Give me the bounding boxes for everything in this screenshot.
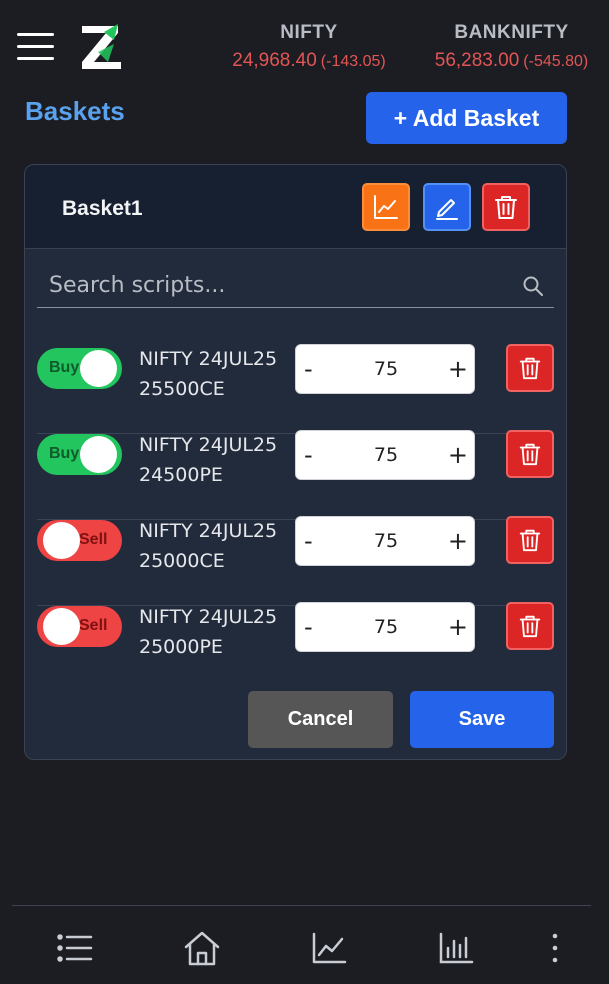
search-bar xyxy=(37,265,554,308)
search-input[interactable] xyxy=(49,273,509,298)
script-symbol: NIFTY 24JUL25 xyxy=(139,520,278,542)
buy-sell-toggle[interactable]: Buy xyxy=(37,434,122,475)
delete-item-button[interactable] xyxy=(506,602,554,650)
bottom-nav-divider xyxy=(12,905,591,906)
quantity-stepper: - 75 + xyxy=(295,430,475,480)
bar-chart-icon xyxy=(439,932,474,964)
script-name: NIFTY 24JUL25 25000PE xyxy=(139,602,277,662)
script-symbol: NIFTY 24JUL25 xyxy=(139,348,278,370)
buy-sell-toggle[interactable]: Sell xyxy=(37,520,122,561)
ticker-name: NIFTY xyxy=(280,22,338,43)
menu-icon[interactable] xyxy=(17,33,54,61)
increment-button[interactable]: + xyxy=(448,355,468,383)
ticker-change: (-545.80) xyxy=(523,53,589,70)
trash-icon xyxy=(519,443,541,466)
quantity-stepper: - 75 + xyxy=(295,516,475,566)
decrement-button[interactable]: - xyxy=(304,613,313,641)
delete-item-button[interactable] xyxy=(506,344,554,392)
toggle-label: Buy xyxy=(49,359,80,376)
trash-icon xyxy=(519,615,541,638)
basket-card-header: Basket1 xyxy=(25,165,566,249)
toggle-label: Sell xyxy=(79,531,108,548)
increment-button[interactable]: + xyxy=(448,613,468,641)
trash-icon xyxy=(519,357,541,380)
basket-item-row: Buy NIFTY 24JUL25 24500PE - 75 + xyxy=(37,430,554,520)
nav-list[interactable] xyxy=(55,928,95,968)
quantity-value[interactable]: 75 xyxy=(356,358,416,380)
quantity-value[interactable]: 75 xyxy=(356,444,416,466)
nav-more[interactable] xyxy=(535,928,575,968)
ticker-banknifty[interactable]: BANKNIFTY 56,283.00 (-545.80) xyxy=(424,22,599,72)
ticker-change: (-143.05) xyxy=(320,53,386,70)
page-title: Baskets xyxy=(25,96,125,126)
cancel-button[interactable]: Cancel xyxy=(248,691,393,748)
script-strike: 24500PE xyxy=(139,464,223,486)
toggle-knob xyxy=(80,350,117,387)
home-icon xyxy=(184,931,220,966)
nav-analytics[interactable] xyxy=(436,928,476,968)
basket-card: Basket1 Buy NIFTY 24JUL25 xyxy=(24,164,567,760)
add-basket-button[interactable]: + Add Basket xyxy=(366,92,567,144)
ticker-price: 24,968.40 xyxy=(232,50,317,71)
decrement-button[interactable]: - xyxy=(304,527,313,555)
app-logo xyxy=(78,22,126,74)
basket-item-row: Sell NIFTY 24JUL25 25000PE - 75 + xyxy=(37,602,554,692)
script-symbol: NIFTY 24JUL25 xyxy=(139,434,278,456)
trash-icon xyxy=(519,529,541,552)
ticker-price: 56,283.00 xyxy=(434,50,520,71)
buy-sell-toggle[interactable]: Buy xyxy=(37,348,122,389)
increment-button[interactable]: + xyxy=(448,527,468,555)
ticker-name: BANKNIFTY xyxy=(454,22,569,43)
toggle-knob xyxy=(80,436,117,473)
increment-button[interactable]: + xyxy=(448,441,468,469)
pencil-icon xyxy=(436,199,458,220)
search-icon[interactable] xyxy=(522,275,544,297)
script-symbol: NIFTY 24JUL25 xyxy=(139,606,278,628)
delete-basket-button[interactable] xyxy=(482,183,530,231)
nav-home[interactable] xyxy=(182,928,222,968)
edit-button[interactable] xyxy=(423,183,471,231)
nav-chart[interactable] xyxy=(309,928,349,968)
trash-icon xyxy=(495,196,517,219)
quantity-stepper: - 75 + xyxy=(295,344,475,394)
toggle-label: Sell xyxy=(79,617,108,634)
line-chart-icon xyxy=(312,932,347,964)
script-name: NIFTY 24JUL25 25000CE xyxy=(139,516,277,576)
decrement-button[interactable]: - xyxy=(304,355,313,383)
more-vertical-icon xyxy=(552,933,558,963)
toggle-knob xyxy=(43,608,80,645)
delete-item-button[interactable] xyxy=(506,516,554,564)
buy-sell-toggle[interactable]: Sell xyxy=(37,606,122,647)
basket-name: Basket1 xyxy=(62,197,143,220)
quantity-value[interactable]: 75 xyxy=(356,616,416,638)
basket-item-row: Buy NIFTY 24JUL25 25500CE - 75 + xyxy=(37,344,554,434)
quantity-stepper: - 75 + xyxy=(295,602,475,652)
delete-item-button[interactable] xyxy=(506,430,554,478)
script-name: NIFTY 24JUL25 25500CE xyxy=(139,344,277,404)
quantity-value[interactable]: 75 xyxy=(356,530,416,552)
top-header: NIFTY 24,968.40 (-143.05) BANKNIFTY 56,28… xyxy=(0,0,609,92)
chart-button[interactable] xyxy=(362,183,410,231)
script-strike: 25000CE xyxy=(139,550,225,572)
basket-item-row: Sell NIFTY 24JUL25 25000CE - 75 + xyxy=(37,516,554,606)
save-button[interactable]: Save xyxy=(410,691,554,748)
list-icon xyxy=(57,934,93,962)
script-name: NIFTY 24JUL25 24500PE xyxy=(139,430,277,490)
script-strike: 25000PE xyxy=(139,636,223,658)
ticker-nifty[interactable]: NIFTY 24,968.40 (-143.05) xyxy=(222,22,396,72)
decrement-button[interactable]: - xyxy=(304,441,313,469)
line-chart-icon xyxy=(374,195,398,219)
toggle-knob xyxy=(43,522,80,559)
script-strike: 25500CE xyxy=(139,378,225,400)
toggle-label: Buy xyxy=(49,445,80,462)
